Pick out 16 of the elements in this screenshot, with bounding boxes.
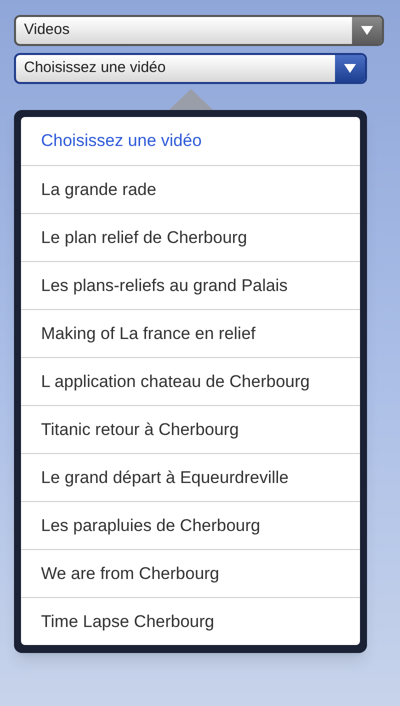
video-option[interactable]: Choisissez une vidéo xyxy=(21,117,360,165)
video-option[interactable]: Time Lapse Cherbourg xyxy=(21,597,360,645)
dropdown-select[interactable]: Choisissez une vidéo xyxy=(14,53,367,84)
video-option[interactable]: Les parapluies de Cherbourg xyxy=(21,501,360,549)
video-option[interactable]: Le plan relief de Cherbourg xyxy=(21,213,360,261)
video-option[interactable]: Titanic retour à Cherbourg xyxy=(21,405,360,453)
video-option[interactable]: Les plans-reliefs au grand Palais xyxy=(21,261,360,309)
video-option[interactable]: L application chateau de Cherbourg xyxy=(21,357,360,405)
video-option[interactable]: La grande rade xyxy=(21,165,360,213)
video-option[interactable]: We are from Cherbourg xyxy=(21,549,360,597)
video-option[interactable]: Making of La france en relief xyxy=(21,309,360,357)
video-option[interactable]: Le grand départ à Equeurdreville xyxy=(21,453,360,501)
caret-icon xyxy=(343,63,357,74)
dropdown-select[interactable]: Videos xyxy=(14,15,384,46)
popover-arrow-icon xyxy=(168,88,212,110)
caret-icon xyxy=(360,25,374,36)
